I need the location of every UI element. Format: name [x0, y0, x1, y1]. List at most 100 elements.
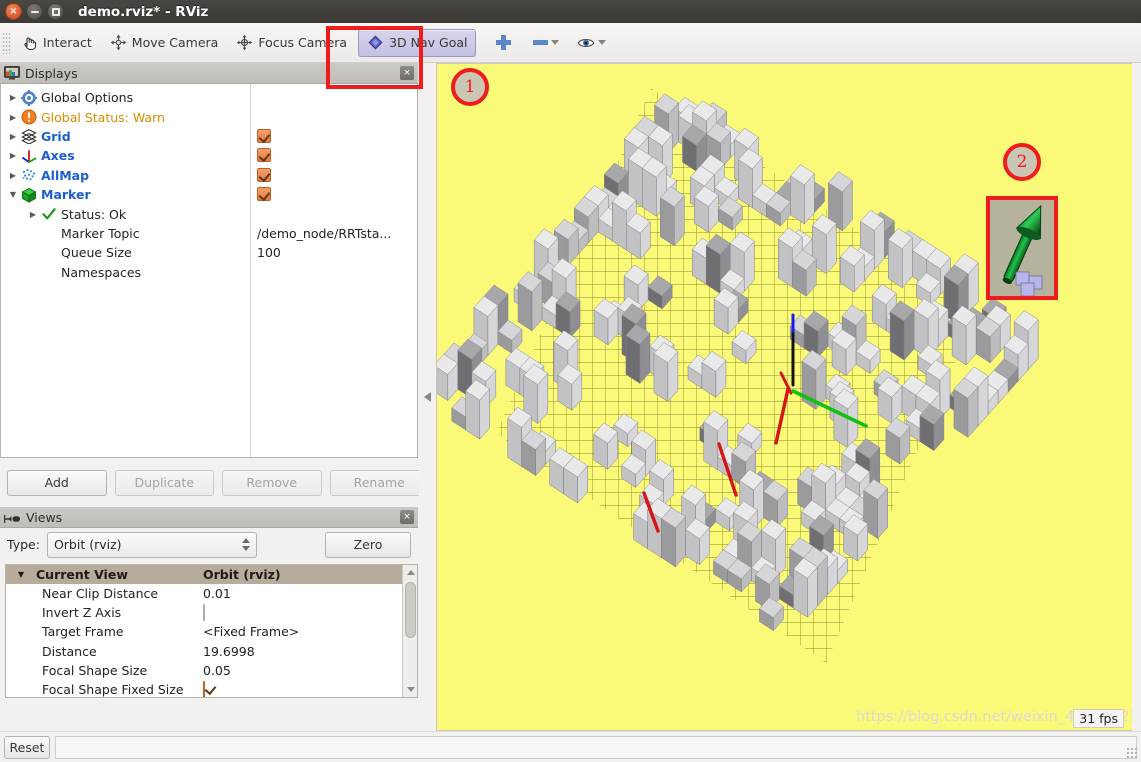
displays-button-row: Add Duplicate Remove Rename	[0, 463, 436, 503]
cube-icon	[21, 187, 37, 203]
view-property-row[interactable]: Near Clip Distance 0.01	[6, 584, 417, 603]
view-property-value[interactable]	[203, 604, 417, 622]
chevron-right-icon[interactable]: ▶	[5, 171, 21, 180]
view-table-header-value: Orbit (rviz)	[203, 567, 281, 582]
displays-tree-row[interactable]: ▶ AllMap	[1, 166, 417, 185]
displays-tree-row-label: Global Options	[41, 90, 134, 106]
displays-enable-checkbox[interactable]	[257, 148, 271, 163]
displays-enable-checkbox[interactable]	[257, 167, 271, 182]
chevron-right-icon[interactable]: ▶	[5, 132, 21, 141]
views-panel-close-icon[interactable]: ×	[400, 510, 414, 524]
chevron-down-icon[interactable]: ▼	[5, 190, 21, 199]
status-message-field	[55, 735, 1137, 759]
displays-tree-row[interactable]: Queue Size 100	[1, 243, 417, 262]
view-table-rows: Near Clip Distance 0.01 Invert Z Axis Targe…	[6, 584, 417, 698]
left-splitter-collapse-arrow-icon[interactable]	[424, 392, 431, 402]
tool-interact-button[interactable]: Interact	[12, 29, 101, 57]
remove-dropdown-caret-icon[interactable]	[551, 40, 560, 45]
duplicate-button[interactable]: Duplicate	[114, 470, 214, 496]
view-property-value[interactable]: 0.01	[203, 586, 417, 601]
chevron-right-icon[interactable]: ▶	[5, 93, 21, 102]
right-gutter	[1132, 63, 1141, 731]
view-property-row[interactable]: Focal Shape Size 0.05	[6, 661, 417, 680]
no-icon	[41, 225, 57, 241]
view-property-value[interactable]: <Fixed Frame>	[203, 624, 417, 639]
spinner-arrows-icon[interactable]	[241, 538, 250, 551]
view-property-value[interactable]: 19.6998	[203, 644, 417, 659]
lavender-voxel-cluster	[1015, 271, 1043, 296]
view-properties-table[interactable]: ▼ Current View Orbit (rviz) Near Clip Dis…	[5, 564, 418, 698]
eye-icon[interactable]	[577, 36, 595, 50]
displays-tree-row-label: Status: Ok	[61, 206, 127, 222]
title-bar: × demo.rviz* - RViz	[0, 0, 1141, 23]
window-close-button[interactable]: ×	[5, 3, 22, 20]
displays-tree-row-label: Axes	[41, 148, 75, 164]
view-property-value[interactable]: 0.05	[203, 663, 417, 678]
displays-tree-row[interactable]: Marker Topic/demo_node/RRTsta...	[1, 224, 417, 243]
displays-tree-row[interactable]: ▶ Axes	[1, 146, 417, 165]
chevron-right-icon[interactable]: ▶	[5, 113, 21, 122]
displays-tree-row[interactable]: ▶ Global Options	[1, 88, 417, 107]
toolbar-drag-handle[interactable]	[2, 31, 11, 54]
displays-tree-row-label: Marker Topic	[61, 225, 140, 241]
plus-icon[interactable]	[496, 35, 512, 50]
displays-tree-row[interactable]: ▶ Grid	[1, 127, 417, 146]
chevron-right-icon[interactable]: ▶	[5, 151, 21, 160]
add-button[interactable]: Add	[7, 470, 107, 496]
view-property-name: Near Clip Distance	[42, 586, 159, 602]
annotation-2-label: 2	[1016, 152, 1028, 172]
view-property-checkbox[interactable]	[203, 681, 205, 697]
displays-tree-row-value[interactable]: /demo_node/RRTsta...	[257, 226, 391, 241]
gear-icon	[21, 89, 37, 106]
displays-tree-row[interactable]: Namespaces	[1, 263, 417, 282]
rename-button[interactable]: Rename	[329, 470, 429, 496]
displays-tree[interactable]: ▶ Global Options ▶ Global Status: Warn ▶ Grid…	[0, 84, 418, 458]
displays-tree-row[interactable]: ▼ Marker	[1, 185, 417, 204]
resize-grip-icon[interactable]	[1126, 747, 1138, 759]
view-property-row[interactable]: Invert Z Axis	[6, 603, 417, 622]
view-property-value[interactable]	[203, 681, 417, 697]
displays-enable-checkbox[interactable]	[257, 128, 271, 143]
axes-icon	[21, 148, 37, 164]
zero-button[interactable]: Zero	[325, 532, 411, 558]
view-property-row[interactable]: Distance 19.6998	[6, 642, 417, 661]
reset-button[interactable]: Reset	[4, 735, 50, 759]
rviz-window: × demo.rviz* - RViz Interact Move Camera…	[0, 0, 1141, 762]
focus-camera-icon	[236, 34, 253, 51]
displays-tree-row[interactable]: ▶ Status: Ok	[1, 204, 417, 223]
window-minimize-button[interactable]	[26, 3, 43, 20]
tool-move-camera-label: Move Camera	[131, 35, 219, 50]
window-title: demo.rviz* - RViz	[78, 3, 209, 20]
tool-move-camera-button[interactable]: Move Camera	[101, 29, 228, 57]
remove-button[interactable]: Remove	[222, 470, 322, 496]
render-viewport-3d[interactable]: 1 2 https://blog.csdn.net/weixin_4319062…	[436, 63, 1132, 731]
view-property-row[interactable]: Target Frame <Fixed Frame>	[6, 622, 417, 641]
displays-enable-checkbox[interactable]	[257, 186, 271, 201]
nav-goal-tool-highlight-box	[326, 26, 423, 89]
view-type-row: Type: Orbit (rviz) Zero	[0, 528, 418, 561]
visibility-dropdown-caret-icon[interactable]	[598, 40, 607, 45]
minus-icon[interactable]	[533, 40, 549, 45]
view-type-select[interactable]: Orbit (rviz)	[46, 531, 257, 558]
displays-tree-row-value[interactable]: 100	[257, 245, 281, 260]
views-panel-title: Views	[26, 509, 63, 525]
chevron-right-icon[interactable]: ▶	[25, 210, 41, 219]
view-property-name: Focal Shape Size	[42, 662, 148, 678]
view-property-name: Target Frame	[42, 624, 124, 640]
window-maximize-button[interactable]	[47, 3, 64, 20]
scroll-down-arrow-icon[interactable]	[407, 687, 415, 692]
view-expand-arrow-icon[interactable]: ▼	[6, 570, 36, 579]
view-property-checkbox[interactable]	[203, 604, 205, 622]
scrollbar-thumb[interactable]	[405, 582, 416, 638]
view-property-name: Focal Shape Fixed Size	[42, 682, 184, 698]
no-icon	[41, 264, 57, 280]
scroll-up-arrow-icon[interactable]	[407, 570, 415, 575]
view-type-label: Type:	[7, 537, 40, 552]
view-table-scrollbar[interactable]	[402, 565, 417, 697]
left-dock: Displays × ▶ Global Options ▶ Global Status…	[0, 63, 436, 762]
warning-icon	[21, 109, 37, 125]
check-icon	[41, 206, 57, 222]
displays-tree-row[interactable]: ▶ Global Status: Warn	[1, 107, 417, 126]
view-property-row[interactable]: Focal Shape Fixed Size	[6, 680, 417, 698]
nav-goal-arrow-highlight-box	[986, 196, 1058, 300]
